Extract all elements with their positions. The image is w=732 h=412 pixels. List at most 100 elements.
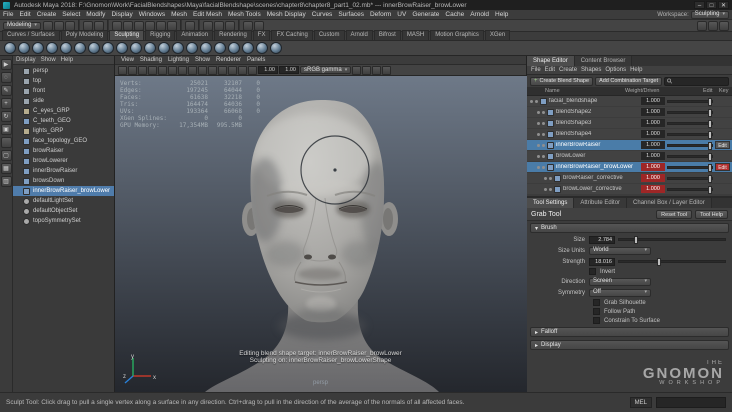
direction-selector[interactable]: Screen ▾ bbox=[589, 277, 651, 286]
target-name[interactable]: browLower bbox=[556, 153, 639, 159]
target-weight-slider[interactable] bbox=[667, 97, 713, 106]
ipr-render-icon[interactable] bbox=[213, 20, 224, 31]
menu-item[interactable]: Mesh Display bbox=[264, 10, 309, 20]
snap-to-projected-center-icon[interactable] bbox=[144, 20, 155, 31]
menu-item[interactable]: Help bbox=[492, 10, 511, 20]
shape-editor-row[interactable]: browLower 1.000 bbox=[527, 151, 732, 161]
shape-editor-row[interactable]: blendShape3 1.000 bbox=[527, 118, 732, 128]
tool-settings-toggle-icon[interactable] bbox=[708, 20, 718, 31]
menu-item[interactable]: Display bbox=[108, 10, 135, 20]
window-button[interactable]: – bbox=[694, 1, 705, 9]
tool-option-checkbox[interactable] bbox=[593, 317, 600, 324]
snap-to-view-plane-icon[interactable] bbox=[155, 20, 166, 31]
slider-handle[interactable] bbox=[708, 108, 712, 117]
slider-handle[interactable] bbox=[708, 185, 712, 194]
menu-item[interactable]: File bbox=[0, 10, 16, 20]
target-visibility-dot[interactable] bbox=[537, 154, 540, 158]
slider-handle[interactable] bbox=[708, 152, 712, 161]
target-solo-dot[interactable] bbox=[542, 110, 545, 114]
menu-item[interactable]: Edit Mesh bbox=[190, 10, 225, 20]
target-solo-dot[interactable] bbox=[542, 143, 545, 147]
slider-handle[interactable] bbox=[657, 258, 662, 266]
field-chart-icon[interactable] bbox=[228, 65, 237, 75]
target-weight-value[interactable]: 1.000 bbox=[641, 163, 665, 171]
target-weight-slider[interactable] bbox=[667, 152, 713, 161]
outliner-item[interactable]: defaultObjectSet bbox=[13, 206, 114, 216]
window-button[interactable]: □ bbox=[706, 1, 717, 9]
target-weight-value[interactable]: 1.000 bbox=[641, 152, 665, 160]
shelf-tab[interactable]: Sculpting bbox=[109, 30, 145, 40]
four-pane-layout-icon[interactable]: ▦ bbox=[0, 163, 12, 174]
pinch-tool-icon[interactable] bbox=[60, 42, 72, 54]
target-solo-dot[interactable] bbox=[535, 99, 538, 103]
invert-checkbox[interactable] bbox=[589, 268, 596, 275]
symmetry-selector[interactable]: Off ▾ bbox=[589, 288, 651, 297]
bookmark-icon[interactable] bbox=[148, 65, 157, 75]
snap-to-curve-icon[interactable] bbox=[122, 20, 133, 31]
default-material-icon[interactable] bbox=[372, 65, 382, 75]
rotate-tool-icon[interactable]: ↻ bbox=[0, 111, 12, 122]
outliner-item[interactable]: defaultLightSet bbox=[13, 196, 114, 206]
scale-tool-icon[interactable]: ▣ bbox=[0, 124, 12, 135]
target-visibility-dot[interactable] bbox=[544, 187, 547, 191]
target-name[interactable]: blendShape3 bbox=[556, 120, 639, 126]
viewport-menu-item[interactable]: Shading bbox=[137, 57, 165, 63]
outliner-item[interactable]: C_eyes_GRP bbox=[13, 106, 114, 116]
outliner-item[interactable]: browRaiser bbox=[13, 146, 114, 156]
last-tool-icon[interactable] bbox=[0, 137, 12, 148]
shape-editor-menu-item[interactable]: Options bbox=[605, 67, 626, 73]
viewport-menu-item[interactable]: Show bbox=[192, 57, 213, 63]
viewport-canvas[interactable]: Verts: 25021 32107 0 Edges: 197245 64044… bbox=[115, 76, 527, 392]
shape-editor-row[interactable]: browRaiser_corrective 1.000 bbox=[527, 173, 732, 183]
viewport-menu-item[interactable]: Lighting bbox=[165, 57, 192, 63]
target-weight-value[interactable]: 1.000 bbox=[641, 141, 665, 149]
create-blend-shape-button[interactable]: + Create Blend Shape bbox=[530, 76, 594, 86]
outliner-item[interactable]: innerBrowRaiser bbox=[13, 166, 114, 176]
command-line-input[interactable] bbox=[656, 397, 726, 408]
knife-tool-icon[interactable] bbox=[186, 42, 198, 54]
shelf-tab[interactable]: Rigging bbox=[145, 30, 176, 40]
safe-action-icon[interactable] bbox=[238, 65, 247, 75]
slider-handle[interactable] bbox=[708, 141, 712, 150]
shelf-tab[interactable]: MASH bbox=[401, 30, 430, 40]
panel-tab[interactable]: Shape Editor bbox=[527, 56, 575, 66]
bulge-tool-icon[interactable] bbox=[214, 42, 226, 54]
size-units-selector[interactable]: World ▾ bbox=[589, 246, 651, 255]
outliner-item[interactable]: browLowerer bbox=[13, 156, 114, 166]
display-section-header[interactable]: ▸ Display bbox=[530, 340, 729, 350]
menu-item[interactable]: Arnold bbox=[467, 10, 492, 20]
outliner-item[interactable]: top bbox=[13, 76, 114, 86]
menu-set-selector[interactable]: Modeling ▾ bbox=[3, 21, 41, 30]
shelf-tab[interactable]: FX bbox=[252, 30, 271, 40]
menu-item[interactable]: UV bbox=[394, 10, 409, 20]
open-scene-icon[interactable] bbox=[53, 20, 64, 31]
shelf-tab[interactable]: XGen bbox=[484, 30, 511, 40]
panel-tab[interactable]: Channel Box / Layer Editor bbox=[627, 198, 712, 208]
panel-tab[interactable]: Tool Settings bbox=[527, 198, 575, 208]
move-tool-icon[interactable]: + bbox=[0, 98, 12, 109]
shape-editor-menu-item[interactable]: Help bbox=[630, 67, 642, 73]
menu-item[interactable]: Modify bbox=[83, 10, 108, 20]
film-gate-icon[interactable] bbox=[198, 65, 207, 75]
shelf-tab[interactable]: Curves / Surfaces bbox=[2, 30, 60, 40]
viewport-menu-item[interactable]: Panels bbox=[244, 57, 268, 63]
target-visibility-dot[interactable] bbox=[537, 110, 540, 114]
shape-editor-row[interactable]: facial_blendshape 1.000 bbox=[527, 96, 732, 106]
target-name[interactable]: facial_blendshape bbox=[549, 98, 639, 104]
fill-tool-icon[interactable] bbox=[172, 42, 184, 54]
shape-editor-row[interactable]: browLower_corrective 1.000 bbox=[527, 184, 732, 194]
menu-item[interactable]: Windows bbox=[136, 10, 168, 20]
outliner-item[interactable]: topoSymmetrySet bbox=[13, 216, 114, 226]
2d-pan-zoom-icon[interactable] bbox=[168, 65, 177, 75]
outliner-item[interactable]: persp bbox=[13, 66, 114, 76]
xray-icon[interactable] bbox=[352, 65, 362, 75]
make-live-icon[interactable] bbox=[166, 20, 177, 31]
panel-tab[interactable]: Attribute Editor bbox=[574, 198, 628, 208]
slider-handle[interactable] bbox=[708, 97, 712, 106]
safe-title-icon[interactable] bbox=[248, 65, 257, 75]
paint-effects-icon[interactable] bbox=[242, 20, 253, 31]
target-solo-dot[interactable] bbox=[542, 132, 545, 136]
target-edit-toggle[interactable]: Edit bbox=[715, 141, 730, 149]
shelf-tab[interactable]: Motion Graphics bbox=[430, 30, 484, 40]
target-visibility-dot[interactable] bbox=[537, 143, 540, 147]
